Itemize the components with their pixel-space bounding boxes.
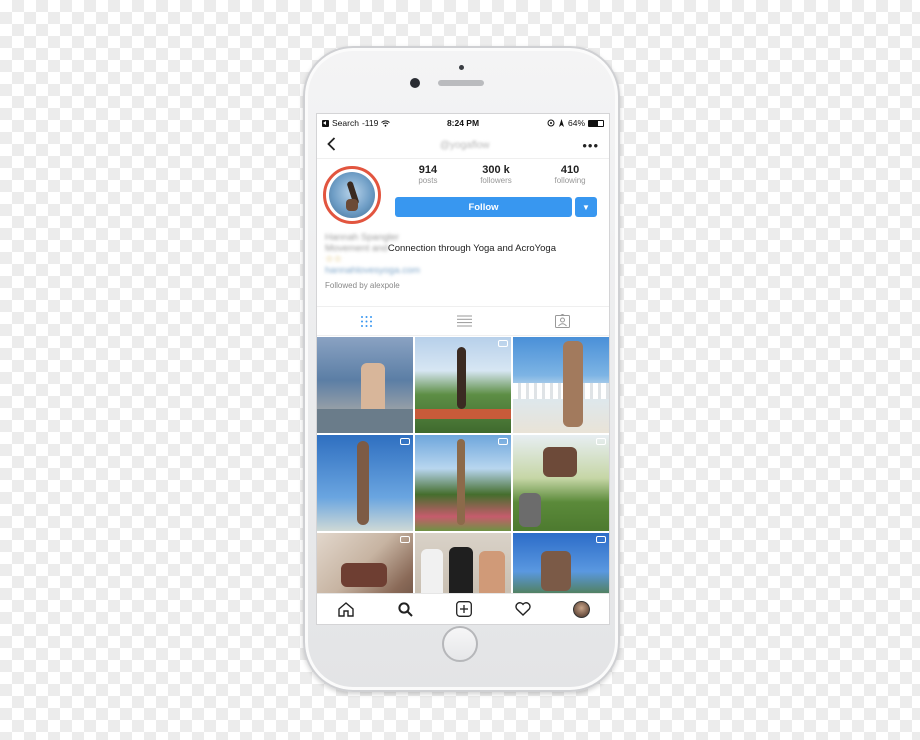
- post-thumbnail[interactable]: [415, 337, 511, 433]
- phone-screen: Search -119 8:24 PM 64% @yogaflow ••• 91…: [316, 113, 610, 625]
- stat-followers-label: followers: [480, 176, 512, 185]
- post-thumbnail[interactable]: [415, 435, 511, 531]
- stat-posts-label: posts: [418, 176, 438, 185]
- search-icon[interactable]: [390, 594, 420, 624]
- grid-icon[interactable]: [317, 307, 415, 335]
- bio-link[interactable]: hannahlovesyoga.com: [325, 265, 605, 276]
- triangle-down-icon[interactable]: ▼: [575, 197, 597, 217]
- more-dots-icon[interactable]: •••: [582, 138, 599, 153]
- video-icon: [400, 536, 410, 543]
- bottom-tab-bar: [317, 593, 609, 624]
- signal-strength: -119: [361, 118, 379, 128]
- add-post-icon[interactable]: [449, 594, 479, 624]
- home-icon[interactable]: [331, 594, 361, 624]
- profile-tabs: [317, 306, 609, 336]
- tagged-icon[interactable]: [513, 307, 609, 335]
- profile-avatar[interactable]: [323, 166, 381, 224]
- stat-followers[interactable]: 300 k followers: [480, 164, 512, 185]
- back-to-app-icon[interactable]: [322, 119, 329, 127]
- battery-icon: [588, 119, 604, 127]
- battery-fill: [589, 120, 598, 126]
- bio-blurred-prefix: Movement and: [325, 243, 388, 254]
- earpiece-speaker: [438, 80, 484, 86]
- location-icon: [547, 119, 555, 127]
- profile-stats: 914 posts 300 k followers 410 following: [397, 164, 607, 185]
- stat-posts[interactable]: 914 posts: [418, 164, 437, 185]
- followed-by[interactable]: Followed by alexpole: [325, 281, 605, 290]
- profile-header: @yogaflow •••: [317, 132, 609, 159]
- proximity-sensor: [459, 65, 464, 70]
- profile-bio: Hannah Spangler Movement andConnection t…: [325, 232, 605, 290]
- heart-icon[interactable]: [508, 594, 538, 624]
- list-icon[interactable]: [415, 307, 513, 335]
- wifi-icon: [381, 119, 391, 127]
- video-icon: [498, 438, 508, 445]
- video-icon: [498, 340, 508, 347]
- profile-avatar-icon[interactable]: [567, 594, 597, 624]
- follow-button[interactable]: Follow: [395, 197, 572, 217]
- home-button[interactable]: [442, 626, 478, 662]
- post-thumbnail[interactable]: [513, 435, 609, 531]
- post-thumbnail[interactable]: [513, 337, 609, 433]
- stat-following-count: 410: [560, 164, 580, 176]
- battery-percent: 64%: [567, 118, 585, 128]
- chevron-left-icon[interactable]: [327, 135, 347, 156]
- back-to-app-label[interactable]: Search: [332, 118, 359, 128]
- status-bar: Search -119 8:24 PM 64%: [317, 114, 609, 132]
- video-icon: [596, 438, 606, 445]
- stat-following[interactable]: 410 following: [555, 164, 586, 185]
- profile-username: @yogaflow: [439, 139, 490, 151]
- post-thumbnail[interactable]: [317, 435, 413, 531]
- bio-name: Hannah Spangler: [325, 232, 399, 243]
- bio-text: Connection through Yoga and AcroYoga: [387, 243, 557, 254]
- bio-extra: ☆☆: [325, 254, 343, 265]
- video-icon: [400, 438, 410, 445]
- front-camera: [410, 78, 420, 88]
- stat-posts-count: 914: [418, 164, 438, 176]
- stat-followers-count: 300 k: [482, 164, 510, 176]
- stat-following-label: following: [554, 176, 586, 185]
- video-icon: [596, 536, 606, 543]
- post-grid: [317, 337, 609, 624]
- post-thumbnail[interactable]: [317, 337, 413, 433]
- alarm-icon: [558, 119, 564, 127]
